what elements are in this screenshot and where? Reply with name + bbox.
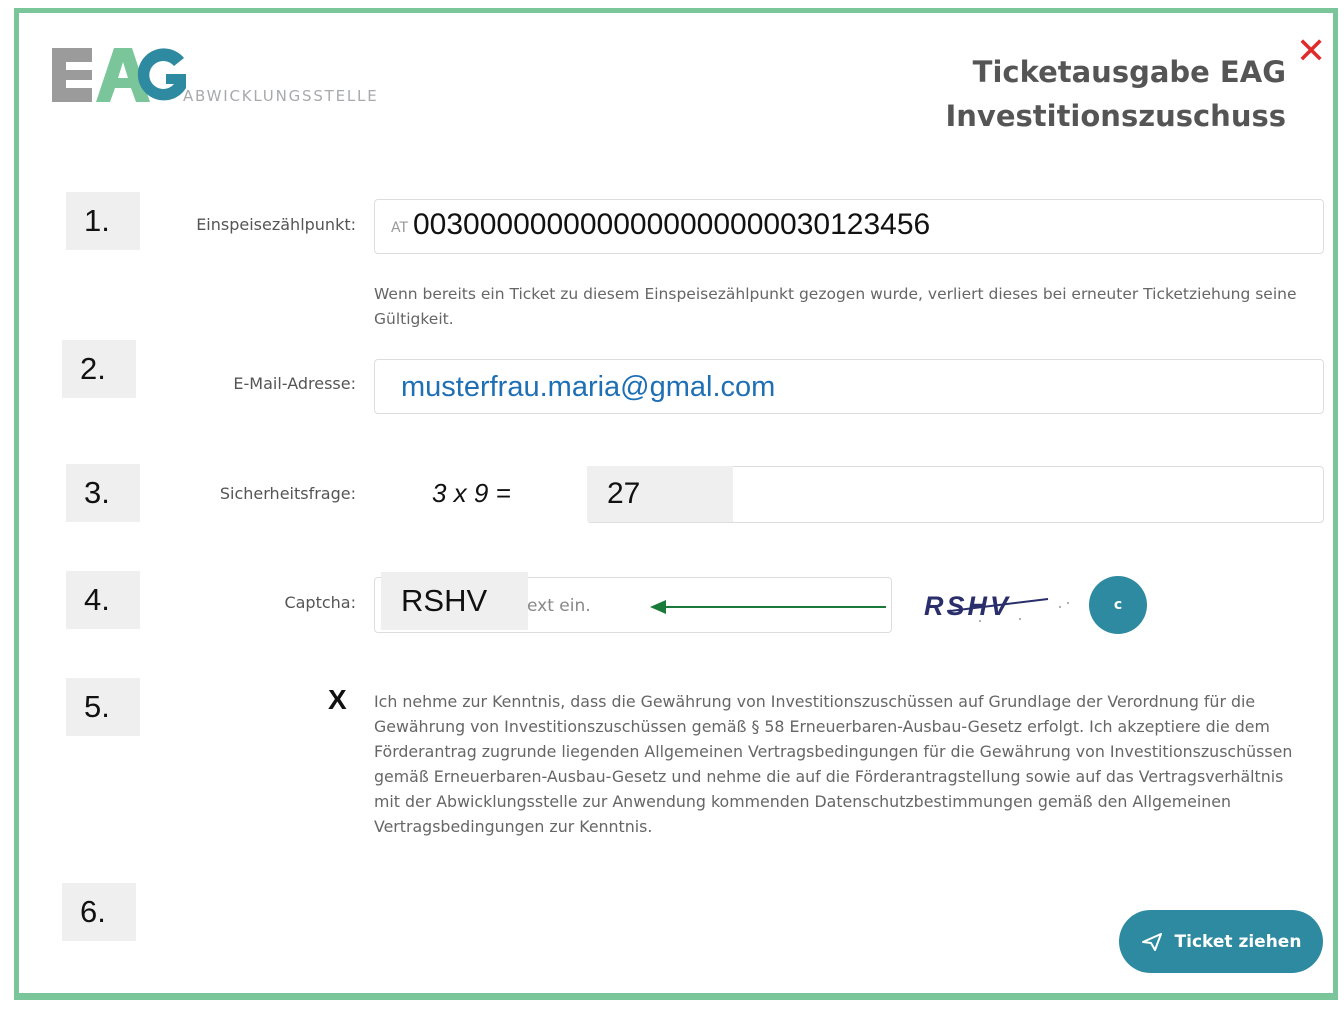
ticket-ziehen-label: Ticket ziehen <box>1174 931 1302 952</box>
meter-point-prefix: AT <box>391 220 409 236</box>
send-icon <box>1141 932 1162 951</box>
security-question-label: Sicherheitsfrage: <box>219 484 356 503</box>
email-value: musterfrau.maria@gmal.com <box>401 371 776 403</box>
captcha-refresh-icon[interactable]: c <box>1089 576 1147 634</box>
meter-point-value: 0030000000000000000000030123456 <box>413 208 931 241</box>
email-label: E-Mail-Adresse: <box>233 374 356 393</box>
security-question: 3 x 9 = <box>432 478 511 508</box>
step-marker-2: 2. <box>62 340 136 398</box>
step-marker-4: 4. <box>66 571 140 629</box>
arrow-left-icon <box>650 600 886 614</box>
ticket-ziehen-button[interactable]: Ticket ziehen <box>1119 910 1323 973</box>
captcha-placeholder: ext ein. <box>527 596 591 616</box>
step-marker-6: 6. <box>62 883 136 941</box>
title-line-1: Ticketausgabe EAG <box>972 55 1286 89</box>
consent-text: Ich nehme zur Kenntnis, dass die Gewähru… <box>374 692 1293 836</box>
step-marker-3: 3. <box>66 464 140 522</box>
security-answer-value: 27 <box>587 466 733 522</box>
meter-point-label: Einspeisezählpunkt: <box>196 215 356 234</box>
title-line-2: Investitionszuschuss <box>945 99 1287 133</box>
close-icon[interactable]: ✕ <box>1296 34 1326 70</box>
logo-subtitle: ABWICKLUNGSSTELLE <box>183 87 379 105</box>
captcha-value: RSHV <box>381 572 528 630</box>
page-title: Ticketausgabe EAG Investitionszuschuss <box>946 50 1287 138</box>
consent-checkbox[interactable]: X <box>328 684 347 716</box>
meter-point-input[interactable]: AT 0030000000000000000000030123456 <box>374 199 1324 254</box>
step-marker-1: 1. <box>66 192 140 250</box>
email-input[interactable]: musterfrau.maria@gmal.com <box>374 359 1324 414</box>
captcha-label: Captcha: <box>284 593 356 612</box>
step-marker-5: 5. <box>66 678 140 736</box>
captcha-image: RSHV <box>920 585 1080 629</box>
meter-point-hint: Wenn bereits ein Ticket zu diesem Einspe… <box>374 285 1297 328</box>
